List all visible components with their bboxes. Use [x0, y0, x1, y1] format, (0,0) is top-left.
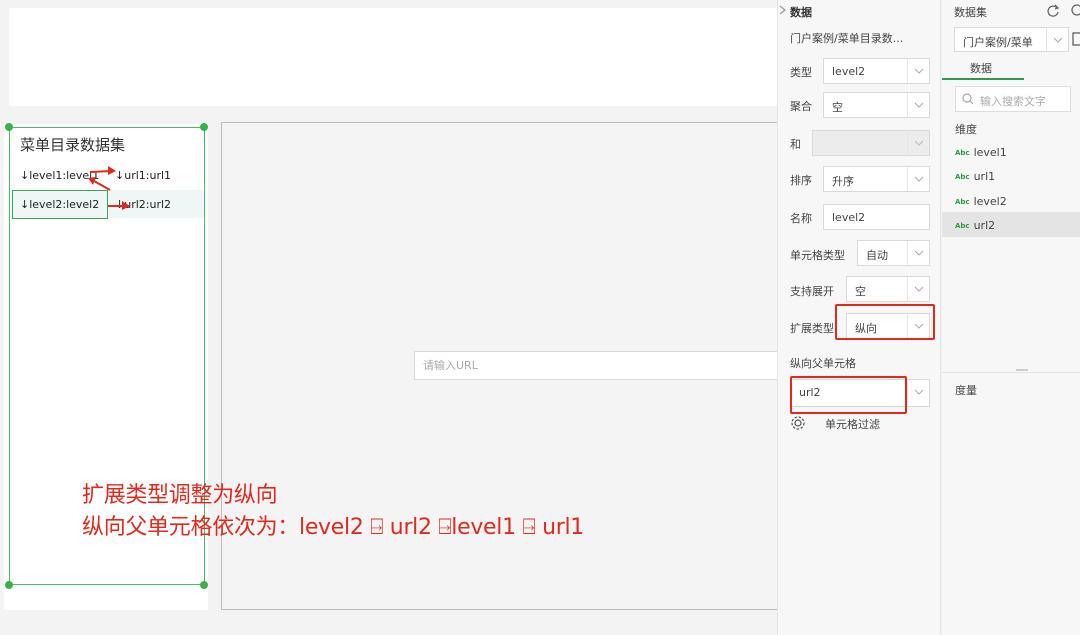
- dimension-label: 维度: [955, 123, 977, 136]
- sort-label: 排序: [790, 174, 812, 187]
- resize-handle[interactable]: [200, 581, 208, 589]
- aggregate-label: 聚合: [790, 100, 812, 113]
- chevron-down-icon: [914, 250, 924, 256]
- chevron-down-icon: [914, 140, 924, 146]
- chevron-down-icon: [914, 176, 924, 182]
- expand-select[interactable]: 空: [846, 276, 930, 302]
- measure-label: 度量: [955, 384, 977, 397]
- dataset-title: 数据集: [954, 6, 987, 19]
- resize-handle[interactable]: [5, 581, 13, 589]
- sort-select[interactable]: 升序: [823, 166, 930, 192]
- annotation-text: 纵向父单元格依次为：level2 ⍈ url2 ⍈level1 ⍈ url1: [82, 515, 584, 540]
- sum-select: [812, 130, 930, 156]
- settings-icon[interactable]: [1070, 3, 1080, 17]
- type-select[interactable]: level2: [823, 58, 930, 84]
- chevron-down-icon: [1053, 37, 1063, 43]
- dataset-path: 门户案例/菜单目录数...: [790, 32, 904, 45]
- splitter-handle[interactable]: [1016, 369, 1028, 371]
- text-type-icon: Abc: [955, 149, 970, 157]
- chevron-right-icon[interactable]: [779, 5, 787, 15]
- search-icon: [962, 93, 974, 105]
- cell-type-label: 单元格类型: [790, 249, 845, 262]
- annotation-text: 扩展类型调整为纵向: [82, 483, 278, 508]
- type-label: 类型: [790, 66, 812, 79]
- expand-type-label: 扩展类型: [790, 322, 834, 335]
- text-type-icon: Abc: [955, 222, 970, 230]
- resize-handle[interactable]: [200, 123, 208, 131]
- chevron-down-icon: [914, 286, 924, 292]
- gear-icon[interactable]: [790, 415, 806, 431]
- panel-title: 数据: [790, 6, 812, 19]
- table-cell[interactable]: ↓url1:url1: [115, 169, 171, 182]
- chevron-down-icon: [914, 102, 924, 108]
- dataset-select[interactable]: 门户案例/菜单: [954, 27, 1069, 52]
- chevron-down-icon: [914, 389, 924, 395]
- cell-filter-label[interactable]: 单元格过滤: [825, 416, 880, 432]
- divider: [942, 372, 1080, 373]
- field-item-selected[interactable]: Abc url2: [955, 219, 995, 232]
- url-input[interactable]: 请输入URL: [414, 351, 777, 380]
- text-type-icon: Abc: [955, 173, 970, 181]
- chevron-down-icon: [914, 68, 924, 74]
- text-type-icon: Abc: [955, 198, 970, 206]
- edit-icon[interactable]: [1072, 31, 1080, 47]
- sum-label: 和: [790, 138, 801, 151]
- top-blank-widget[interactable]: [9, 8, 777, 106]
- annotation-highlight: [790, 376, 907, 414]
- aggregate-select[interactable]: 空: [823, 92, 930, 118]
- field-item[interactable]: Abc url1: [955, 170, 995, 183]
- annotation-arrow: [108, 201, 130, 210]
- widget-title: 菜单目录数据集: [20, 136, 126, 154]
- expand-label: 支持展开: [790, 285, 834, 298]
- refresh-icon[interactable]: [1046, 3, 1060, 17]
- name-input[interactable]: level2: [823, 204, 930, 230]
- tab-data[interactable]: 数据: [970, 60, 992, 76]
- cell-type-select[interactable]: 自动: [857, 240, 930, 266]
- tab-underline: [942, 78, 1024, 80]
- name-label: 名称: [790, 212, 812, 225]
- field-item[interactable]: Abc level2: [955, 195, 1007, 208]
- annotation-highlight: [835, 304, 935, 340]
- field-item[interactable]: Abc level1: [955, 146, 1007, 159]
- search-input[interactable]: 输入搜索文字: [955, 86, 1071, 112]
- parent-cell-label: 纵向父单元格: [790, 357, 856, 370]
- resize-handle[interactable]: [5, 123, 13, 131]
